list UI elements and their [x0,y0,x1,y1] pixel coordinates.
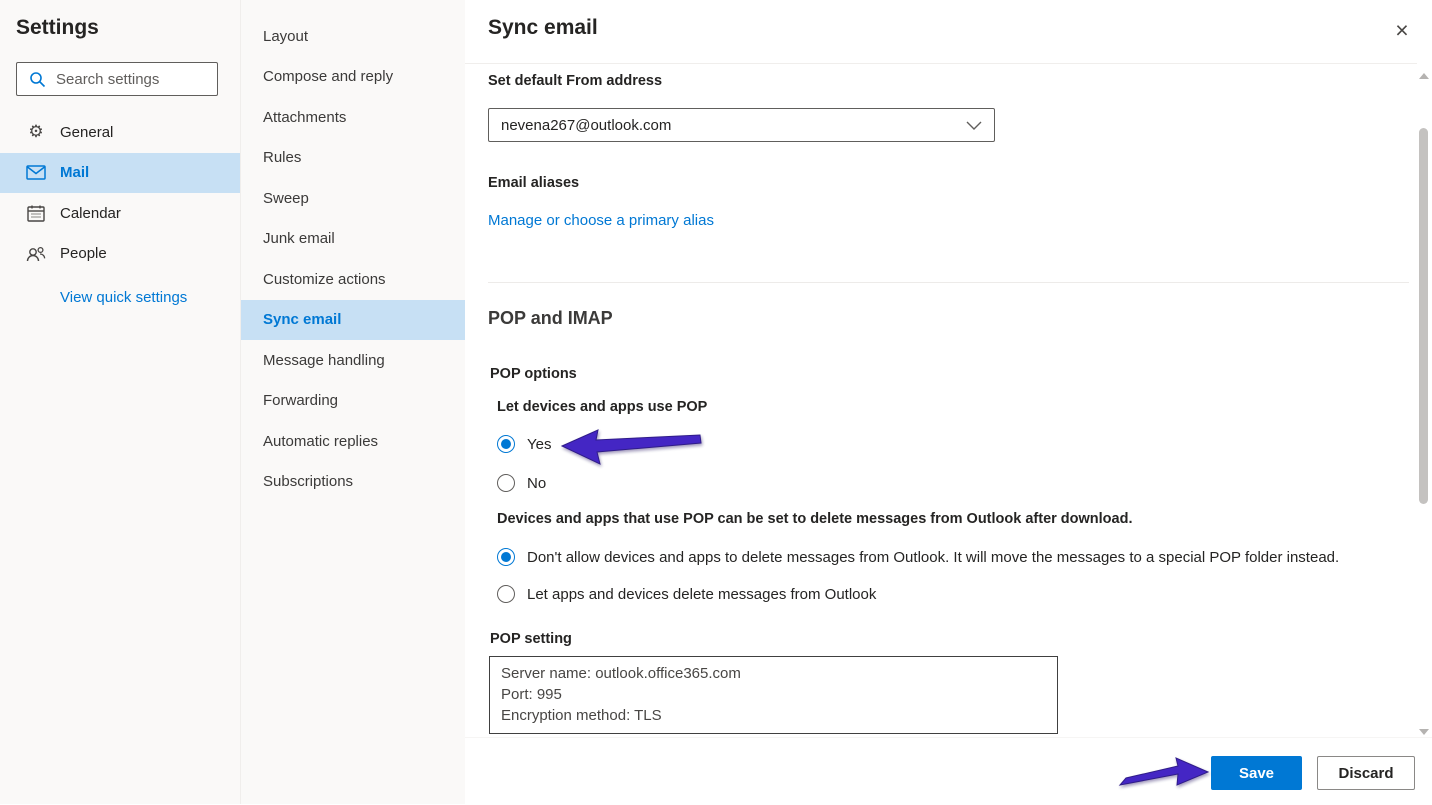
radio-dont-allow-button[interactable] [497,548,515,566]
people-icon [26,246,46,262]
settings-sidebar: Settings ⚙ General Mail Calendar [0,0,241,804]
radio-let-delete-button[interactable] [497,585,515,603]
sidebar-item-people[interactable]: People [0,234,240,275]
use-pop-label: Let devices and apps use POP [497,399,707,415]
sync-email-panel: Sync email × Set default From address ne… [465,0,1432,804]
nav-item-subscriptions[interactable]: Subscriptions [241,462,465,503]
nav-item-sync-email[interactable]: Sync email [241,300,465,341]
pop-setting-box: Server name: outlook.office365.com Port:… [489,656,1058,734]
sidebar-item-label: People [60,245,107,262]
header-divider [465,63,1417,64]
pop-no-option[interactable]: No [497,474,546,492]
scrollbar-thumb[interactable] [1419,128,1428,504]
search-settings-box[interactable] [16,62,218,96]
email-aliases-label: Email aliases [488,175,579,191]
nav-item-layout[interactable]: Layout [241,16,465,57]
sidebar-item-calendar[interactable]: Calendar [0,193,240,234]
pop-server-line: Server name: outlook.office365.com [501,663,1057,684]
close-icon[interactable]: × [1388,16,1416,44]
nav-item-automatic-replies[interactable]: Automatic replies [241,421,465,462]
panel-scrollbar[interactable] [1416,66,1432,748]
nav-item-customize-actions[interactable]: Customize actions [241,259,465,300]
radio-yes-button[interactable] [497,435,515,453]
mail-icon [26,165,46,180]
sidebar-item-mail[interactable]: Mail [0,153,240,194]
sidebar-item-general[interactable]: ⚙ General [0,112,240,153]
panel-footer: Save Discard [465,737,1432,805]
save-button[interactable]: Save [1211,756,1302,790]
sidebar-item-label: General [60,124,113,141]
pop-delete-description: Devices and apps that use POP can be set… [497,511,1133,527]
sidebar-item-label: Calendar [60,205,121,222]
nav-item-attachments[interactable]: Attachments [241,97,465,138]
mail-settings-nav: Layout Compose and reply Attachments Rul… [241,0,465,804]
outlook-settings-dialog: { "sidebar": { "title": "Settings", "sea… [0,0,1432,804]
discard-button[interactable]: Discard [1317,756,1415,790]
from-address-value: nevena267@outlook.com [501,117,671,134]
radio-yes-label: Yes [527,436,551,453]
panel-title: Sync email [488,16,598,40]
sidebar-category-list: ⚙ General Mail Calendar People [0,112,240,274]
from-address-label: Set default From address [488,73,662,89]
nav-item-rules[interactable]: Rules [241,138,465,179]
scrollbar-down-arrow-icon[interactable] [1419,729,1429,735]
search-settings-input[interactable] [54,70,208,89]
view-quick-settings-link[interactable]: View quick settings [60,289,187,306]
pop-yes-option[interactable]: Yes [497,435,551,453]
search-icon [29,71,46,88]
radio-no-label: No [527,475,546,492]
pop-imap-heading: POP and IMAP [488,308,613,329]
radio-dont-allow-label: Don't allow devices and apps to delete m… [527,549,1339,566]
chevron-down-icon [966,121,982,130]
nav-item-forwarding[interactable]: Forwarding [241,381,465,422]
pop-port-line: Port: 995 [501,684,1057,705]
nav-item-junk-email[interactable]: Junk email [241,219,465,260]
settings-title: Settings [16,16,99,40]
gear-icon: ⚙ [26,122,46,142]
from-address-dropdown[interactable]: nevena267@outlook.com [488,108,995,142]
nav-item-compose-and-reply[interactable]: Compose and reply [241,57,465,98]
manage-alias-link[interactable]: Manage or choose a primary alias [488,212,714,229]
calendar-icon [26,205,46,222]
pop-options-label: POP options [490,366,577,382]
sidebar-item-label: Mail [60,164,89,181]
let-delete-option[interactable]: Let apps and devices delete messages fro… [497,585,876,603]
pop-encryption-line: Encryption method: TLS [501,705,1057,726]
dont-allow-delete-option[interactable]: Don't allow devices and apps to delete m… [497,548,1339,566]
scrollbar-up-arrow-icon[interactable] [1419,73,1429,79]
radio-let-delete-label: Let apps and devices delete messages fro… [527,586,876,603]
nav-item-message-handling[interactable]: Message handling [241,340,465,381]
section-divider [488,282,1409,283]
pop-setting-label: POP setting [490,631,572,647]
radio-no-button[interactable] [497,474,515,492]
nav-item-sweep[interactable]: Sweep [241,178,465,219]
